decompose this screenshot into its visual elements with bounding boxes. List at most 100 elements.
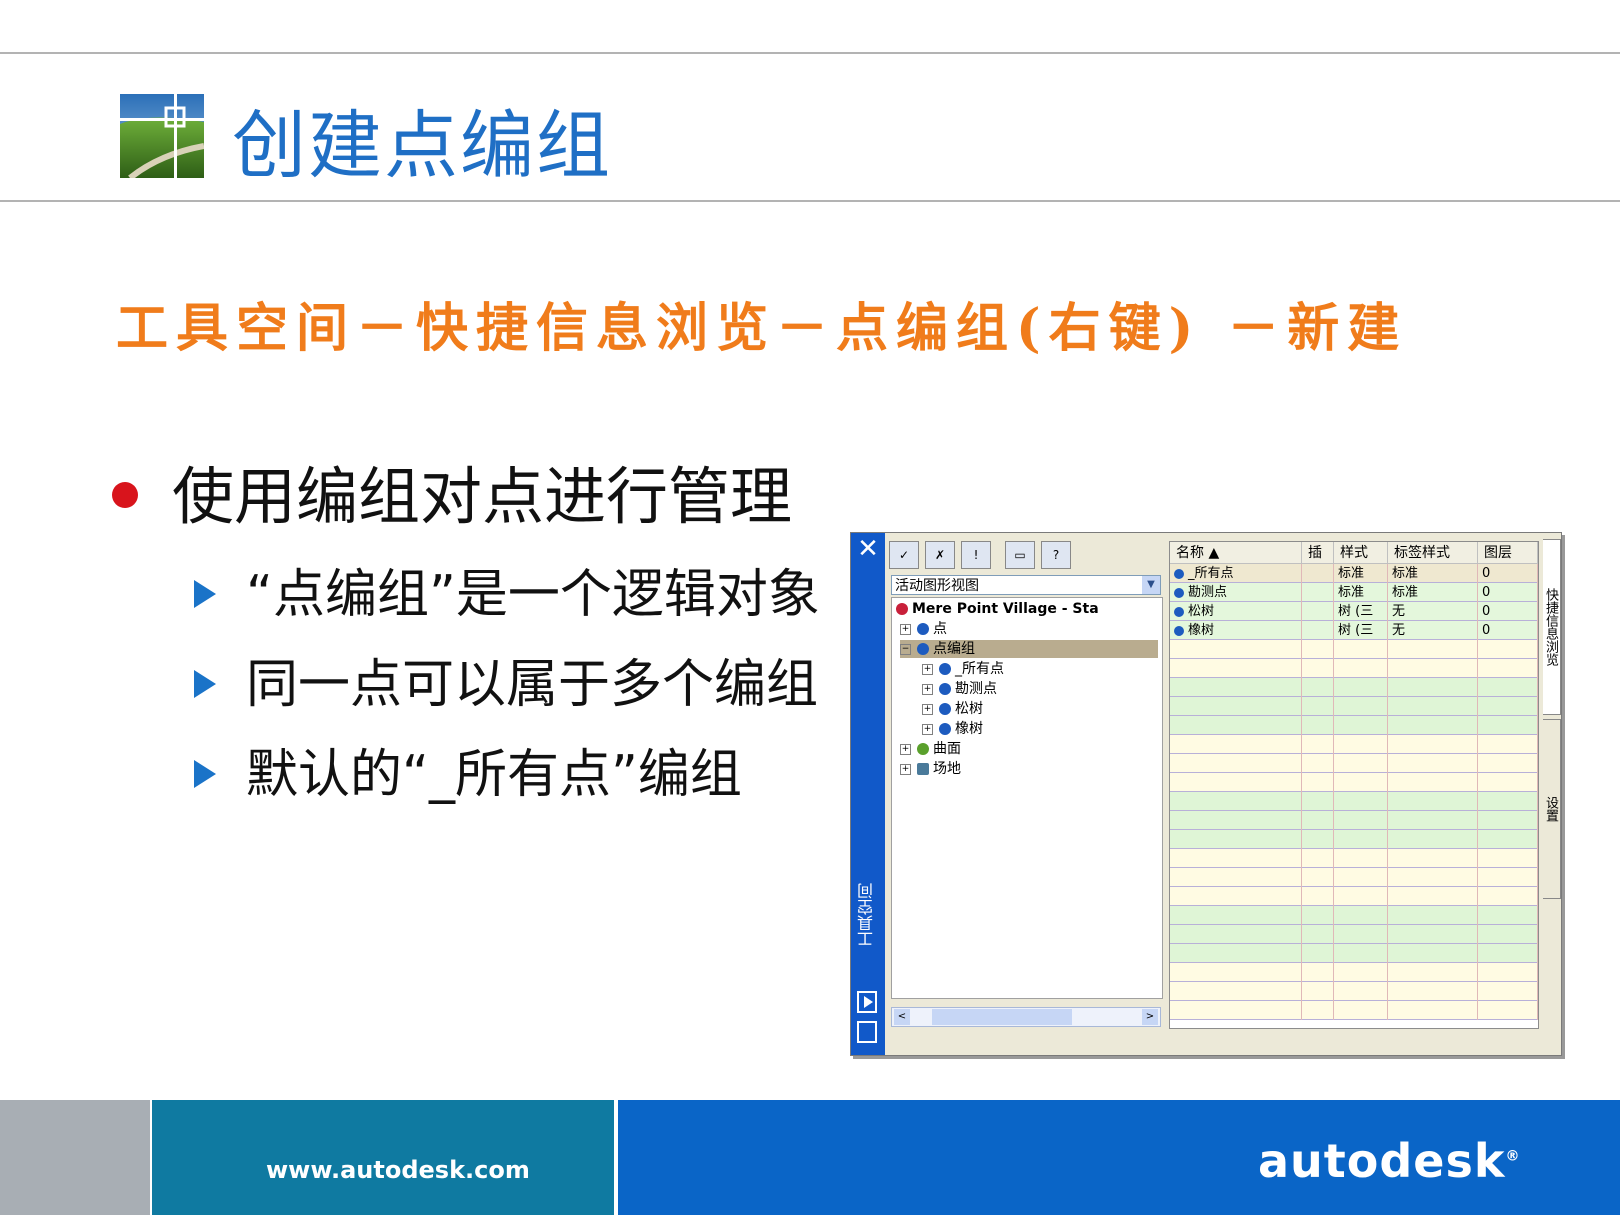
empty-table-row [1170,659,1538,678]
table-cell: 标准 [1388,564,1478,583]
tree-horizontal-scrollbar[interactable]: < > [891,1007,1161,1027]
tree-node-surfaces[interactable]: + 曲面 [900,740,961,758]
empty-table-row [1170,906,1538,925]
table-cell [1170,697,1302,716]
empty-table-row [1170,678,1538,697]
table-row[interactable]: _所有点 标准 标准 0 [1170,564,1538,583]
help-button[interactable]: ? [1041,541,1071,569]
drawing-icon [896,603,908,615]
table-row[interactable]: 松树 树 (三无 0 [1170,602,1538,621]
point-group-icon [939,703,951,715]
tree-node-sites[interactable]: + 场地 [900,760,961,778]
scroll-left-icon[interactable]: < [894,1009,910,1025]
table-cell [1334,982,1388,1001]
empty-table-row [1170,1001,1538,1020]
sub-bullet-text: 同一点可以属于多个编组 [246,655,819,715]
table-cell [1170,1001,1302,1020]
item-list-grid[interactable]: 名称 ▲ 插 样式 标签样式 图层 _所有点 标准 标准 0 勘测点 标准 标准 0 松树树 (… [1169,541,1539,1029]
table-cell [1478,849,1538,868]
table-cell [1478,811,1538,830]
table-cell [1388,659,1478,678]
table-cell [1170,830,1302,849]
table-cell [1478,1001,1538,1020]
view-select[interactable]: 活动图形视图 ▼ [891,575,1161,595]
empty-table-row [1170,887,1538,906]
column-header-style[interactable]: 样式 [1334,542,1388,564]
tree-node-oak[interactable]: + 橡树 [922,720,983,738]
main-bullet: 使用编组对点进行管理 [112,446,792,536]
table-cell [1334,1001,1388,1020]
table-cell [1388,678,1478,697]
tab-settings[interactable]: 设置 [1543,719,1561,899]
arrow-bullet-icon [194,670,216,698]
toolspace-title-bar[interactable]: ✕ 工具空间 [851,533,885,1055]
table-cell [1302,1001,1334,1020]
table-cell [1478,659,1538,678]
footer-url-link[interactable]: www.autodesk.com [266,1156,530,1184]
table-cell [1478,982,1538,1001]
toggle-item-view-button[interactable]: ✓ [889,541,919,569]
scroll-thumb[interactable] [932,1009,1072,1025]
table-cell [1478,944,1538,963]
point-group-icon [917,643,929,655]
tree-node-pine[interactable]: + 松树 [922,700,983,718]
table-cell [1302,754,1334,773]
table-cell [1302,583,1334,602]
properties-icon[interactable] [857,1021,877,1043]
table-cell [1388,697,1478,716]
table-cell [1170,868,1302,887]
empty-table-row [1170,773,1538,792]
table-cell [1478,887,1538,906]
table-cell [1170,906,1302,925]
table-cell [1388,735,1478,754]
top-rule [0,52,1620,54]
tree-node-point-groups[interactable]: − 点编组 [900,640,1158,658]
empty-table-row [1170,849,1538,868]
table-cell [1302,716,1334,735]
toolspace-vertical-title: 工具空间 [857,883,876,947]
table-row[interactable]: 橡树 树 (三无 0 [1170,621,1538,640]
sub-bullet-3: 默认的“_所有点”编组 [194,732,742,807]
tab-prospector[interactable]: 快捷信息浏览 [1543,539,1561,715]
column-header-layer[interactable]: 图层 [1478,542,1538,564]
table-cell [1478,697,1538,716]
table-cell [1302,697,1334,716]
item-view-button[interactable]: ▭ [1005,541,1035,569]
empty-table-row [1170,697,1538,716]
table-cell [1302,925,1334,944]
auto-hide-icon[interactable] [857,991,877,1013]
prospector-tree[interactable]: Mere Point Village - Sta + 点 − 点编组 + _所有点 +… [891,597,1163,999]
column-header-name[interactable]: 名称 ▲ [1170,542,1302,564]
table-cell: 标准 [1334,583,1388,602]
table-cell [1388,887,1478,906]
table-cell [1170,716,1302,735]
tree-node-points[interactable]: + 点 [900,620,947,638]
table-row[interactable]: 勘测点 标准 标准 0 [1170,583,1538,602]
registered-mark: ® [1505,1148,1521,1165]
table-cell [1170,982,1302,1001]
table-cell [1478,640,1538,659]
table-cell [1302,659,1334,678]
table-cell [1388,944,1478,963]
delete-button[interactable]: ✗ [925,541,955,569]
empty-table-row [1170,792,1538,811]
chevron-down-icon[interactable]: ▼ [1142,576,1160,594]
table-cell [1170,849,1302,868]
scroll-right-icon[interactable]: > [1142,1009,1158,1025]
toolspace-window: ✕ 工具空间 ✓ ✗ ! ▭ ? 活动图形视图 ▼ Mere Point Vil… [850,532,1562,1056]
tree-node-all-points[interactable]: + _所有点 [922,660,1004,678]
tree-node-drawing[interactable]: Mere Point Village - Sta [896,600,1099,618]
column-header-label-style[interactable]: 标签样式 [1388,542,1478,564]
main-bullet-text: 使用编组对点进行管理 [172,460,793,533]
column-header-insert[interactable]: 插 [1302,542,1334,564]
view-select-value: 活动图形视图 [895,578,979,594]
table-cell [1302,678,1334,697]
table-cell [1302,944,1334,963]
empty-table-row [1170,925,1538,944]
warning-button[interactable]: ! [961,541,991,569]
close-icon[interactable]: ✕ [856,536,880,562]
table-cell [1334,849,1388,868]
tree-node-survey-points[interactable]: + 勘测点 [922,680,997,698]
table-cell [1334,659,1388,678]
title-rule [0,200,1620,202]
